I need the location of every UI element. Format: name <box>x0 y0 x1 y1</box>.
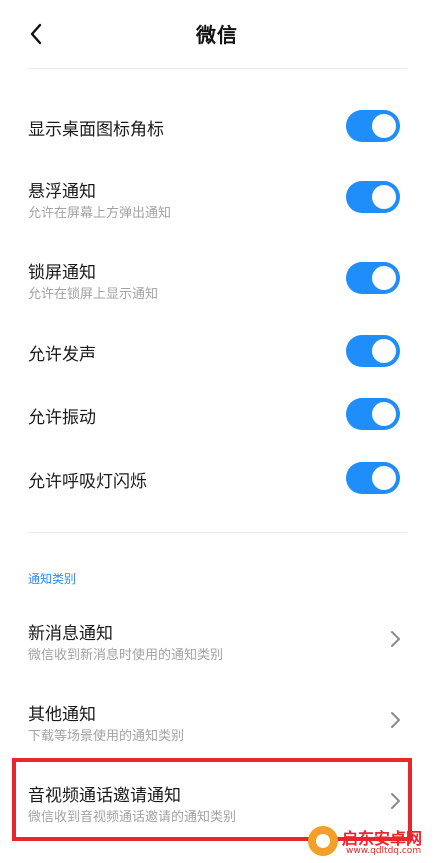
row-title: 允许呼吸灯闪烁 <box>28 472 147 492</box>
toggle-knob <box>372 185 396 209</box>
toggle-knob <box>372 402 396 426</box>
row-title: 其他通知 <box>28 705 96 725</box>
toggle-row-led[interactable]: 允许呼吸灯闪烁 <box>0 452 434 504</box>
sound-toggle[interactable] <box>346 335 400 367</box>
vibrate-toggle[interactable] <box>346 398 400 430</box>
row-title: 显示桌面图标角标 <box>28 120 164 140</box>
led-toggle[interactable] <box>346 462 400 494</box>
row-title: 新消息通知 <box>28 624 113 644</box>
category-row-other[interactable]: 其他通知 下载等场景使用的通知类别 <box>0 688 434 750</box>
row-title: 锁屏通知 <box>28 263 96 283</box>
row-subtitle: 微信收到音视频通话邀请的通知类别 <box>28 810 237 825</box>
toggle-knob <box>372 266 396 290</box>
watermark-logo-icon <box>308 826 338 856</box>
toggle-knob <box>372 339 396 363</box>
section-label: 通知类别 <box>28 572 77 586</box>
row-subtitle: 微信收到新消息时使用的通知类别 <box>28 648 224 663</box>
toggle-row-badge[interactable]: 显示桌面图标角标 <box>0 100 434 152</box>
category-row-new-message[interactable]: 新消息通知 微信收到新消息时使用的通知类别 <box>0 607 434 669</box>
page-title: 微信 <box>196 23 238 47</box>
chevron-right-icon <box>391 793 400 809</box>
badge-toggle[interactable] <box>346 110 400 142</box>
toggle-row-vibrate[interactable]: 允许振动 <box>0 388 434 440</box>
toggle-row-floating[interactable]: 悬浮通知 允许在屏幕上方弹出通知 <box>0 168 434 228</box>
header: 微信 <box>0 0 434 68</box>
row-subtitle: 允许在锁屏上显示通知 <box>28 287 159 302</box>
row-subtitle: 下载等场景使用的通知类别 <box>28 729 185 744</box>
watermark-url: www.qdltdq.com <box>346 846 422 856</box>
toggle-row-sound[interactable]: 允许发声 <box>0 325 434 377</box>
header-divider <box>27 68 407 69</box>
toggle-knob <box>372 114 396 138</box>
row-title: 悬浮通知 <box>28 182 96 202</box>
row-title: 音视频通话邀请通知 <box>28 786 181 806</box>
row-title: 允许发声 <box>28 345 96 365</box>
chevron-right-icon <box>391 631 400 647</box>
lockscreen-notification-toggle[interactable] <box>346 262 400 294</box>
row-subtitle: 允许在屏幕上方弹出通知 <box>28 206 172 221</box>
section-divider <box>27 532 407 533</box>
toggle-row-lockscreen[interactable]: 锁屏通知 允许在锁屏上显示通知 <box>0 249 434 309</box>
chevron-right-icon <box>391 712 400 728</box>
watermark: 启东安卓网 www.qdltdq.com <box>306 822 432 862</box>
floating-notification-toggle[interactable] <box>346 181 400 213</box>
toggle-knob <box>372 466 396 490</box>
row-title: 允许振动 <box>28 408 96 428</box>
